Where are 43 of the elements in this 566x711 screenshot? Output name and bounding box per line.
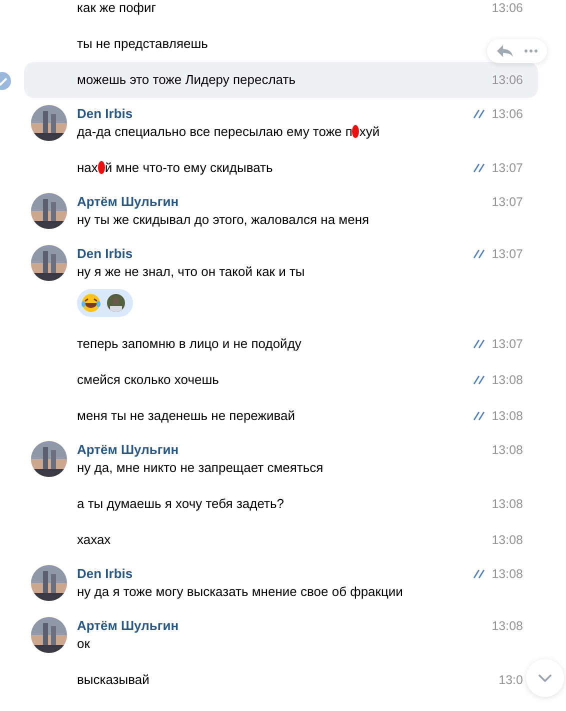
message-text: как же пофиг [77,0,156,17]
message-time: 13:06 [492,106,523,123]
message-text: ну да я тоже могу высказать мнение свое об фракции [77,583,403,601]
message-text: нах й мне что-то ему скидывать [77,159,273,177]
message-text: да-да специально все пересылаю ему тоже п хуй [77,123,380,141]
sender-name[interactable]: Den Irbis [77,245,133,263]
sender-name[interactable]: Den Irbis [77,565,133,583]
message-text: хахах [77,531,111,549]
message-text: ты не представляешь [77,35,208,53]
message-time: 13:08 [492,566,523,583]
message-text: ну ты же скидывал до этого, жаловался на меня [77,211,370,229]
message-time: 13:06 [492,72,523,89]
sender-name[interactable]: Артём Шульгин [77,441,179,459]
message-text: меня ты не заденешь не переживай [77,407,295,425]
message-text: ну да, мне никто не запрещает смеяться [77,459,324,477]
message-text: ок [77,635,90,653]
message-text: ну я же не знал, что он такой как и ты [77,263,305,281]
message-time: 13:08 [492,532,523,549]
message-text: а ты думаешь я хочу тебя задеть? [77,495,284,513]
sender-name[interactable]: Артём Шульгин [77,617,179,635]
message-time: 13:07 [492,194,523,211]
message-text: высказывай [77,671,150,689]
message-time: 13:07 [492,336,523,353]
message-text: можешь это тоже Лидеру переслать [77,71,296,89]
scroll-down-button[interactable] [526,659,564,697]
message-time: 13:06 [492,0,523,17]
laughing-emoji-icon [81,293,101,313]
message-time: 13:07 [492,160,523,177]
sender-name[interactable]: Артём Шульгин [77,193,179,211]
message-text: смейся сколько хочешь [77,371,219,389]
chevron-down-icon [538,674,552,682]
more-icon[interactable] [524,49,538,53]
reply-icon[interactable] [496,44,514,58]
message-time: 13:07 [492,246,523,263]
message-text: теперь запомню в лицо и не подойду [77,335,302,353]
message-time: 13:08 [492,442,523,459]
message-time: 13:08 [492,372,523,389]
message-time: 13:0 [498,672,523,689]
message-time: 13:08 [492,618,523,635]
message-time: 13:08 [492,408,523,425]
sender-name[interactable]: Den Irbis [77,105,133,123]
reaction-pill[interactable] [77,289,133,317]
message-time: 13:08 [492,496,523,513]
